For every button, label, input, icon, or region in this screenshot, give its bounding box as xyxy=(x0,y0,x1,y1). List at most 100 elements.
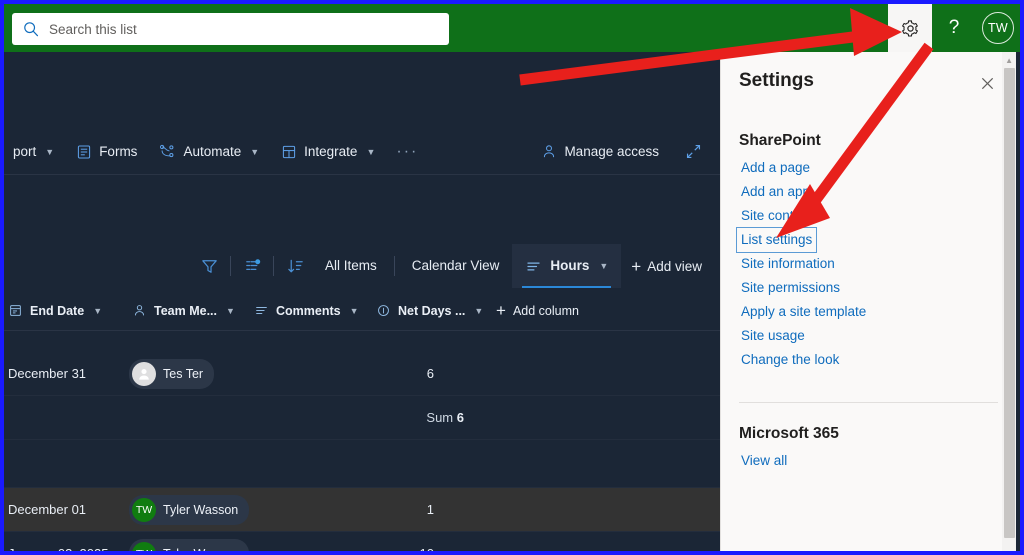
cell-team-member[interactable]: Tes Ter xyxy=(129,358,215,389)
command-automate[interactable]: Automate ▼ xyxy=(150,138,268,166)
panel-link-add-an-app[interactable]: Add an app xyxy=(739,180,812,204)
forms-icon xyxy=(78,144,91,159)
command-bar-divider xyxy=(4,174,720,175)
column-header-team-member[interactable]: Team Me... ▼ xyxy=(132,291,235,331)
person-icon xyxy=(134,305,145,316)
chevron-down-icon: ▼ xyxy=(599,261,609,271)
panel-section-m365-links: View all xyxy=(721,443,1016,473)
info-circle-icon xyxy=(378,305,389,316)
automate-icon xyxy=(160,144,174,157)
panel-scrollbar-thumb[interactable] xyxy=(1004,68,1015,538)
integrate-icon xyxy=(283,145,296,158)
cell-team-member[interactable]: TW Tyler Wasson xyxy=(129,538,250,555)
cell-end-date: January 03, 2025 xyxy=(8,546,109,555)
initials-avatar: TW xyxy=(132,541,156,551)
avatar: TW xyxy=(982,12,1014,44)
filter-icon xyxy=(201,259,217,273)
search-input[interactable] xyxy=(49,21,439,37)
people-button[interactable] xyxy=(844,4,888,52)
command-forms-label: Forms xyxy=(99,144,138,159)
panel-link-site-contents[interactable]: Site contents xyxy=(739,204,821,228)
command-integrate-label: Integrate xyxy=(304,144,358,159)
close-icon xyxy=(981,77,993,89)
summary-label: Sum xyxy=(426,410,454,425)
search-icon xyxy=(24,22,39,37)
view-toolbar: All Items Calendar View Hours ▼ + Add vi… xyxy=(4,242,720,290)
cell-end-date: December 01 xyxy=(8,502,87,517)
panel-link-apply-a-site-template[interactable]: Apply a site template xyxy=(739,300,868,324)
table-row[interactable]: January 03, 2025 TW Tyler Wasson 10 xyxy=(4,532,720,555)
grid-spacer-row xyxy=(4,440,720,488)
open-in-full-icon xyxy=(686,144,700,159)
command-forms[interactable]: Forms xyxy=(67,138,146,166)
panel-divider xyxy=(739,402,998,403)
add-column-button[interactable]: + Add column xyxy=(496,291,579,331)
table-column-headers: End Date ▼ Team Me... ▼ Comments ▼ Net D… xyxy=(4,291,720,331)
tab-calendar-view[interactable]: Calendar View xyxy=(399,244,513,288)
scroll-up-arrow-icon[interactable]: ▲ xyxy=(1005,56,1013,65)
summary-cell: Sum 6 xyxy=(334,410,464,425)
command-overflow-button[interactable]: ··· xyxy=(388,139,426,165)
expand-button[interactable] xyxy=(676,135,710,169)
persona[interactable]: TW Tyler Wasson xyxy=(129,538,250,555)
sort-icon xyxy=(287,259,303,272)
column-header-net-days[interactable]: Net Days ... ▼ xyxy=(376,291,483,331)
tab-all-items[interactable]: All Items xyxy=(312,244,390,288)
command-export[interactable]: port ▼ xyxy=(4,138,63,165)
panel-link-site-information[interactable]: Site information xyxy=(739,252,837,276)
command-automate-label: Automate xyxy=(183,144,242,159)
column-header-comments[interactable]: Comments ▼ xyxy=(254,291,359,331)
chevron-down-icon: ▼ xyxy=(250,146,260,157)
account-button[interactable]: TW xyxy=(976,4,1020,52)
tab-hours-label: Hours xyxy=(550,258,590,273)
calendar-icon xyxy=(10,305,21,316)
persona-name: Tyler Wasson xyxy=(163,502,239,517)
toolbar-divider xyxy=(393,256,395,276)
gear-icon xyxy=(901,19,918,37)
panel-link-view-all[interactable]: View all xyxy=(739,449,789,473)
cell-team-member[interactable]: TW Tyler Wasson xyxy=(129,494,250,525)
search-box[interactable] xyxy=(12,13,449,45)
column-header-end-date[interactable]: End Date ▼ xyxy=(8,291,102,331)
column-header-comments-label: Comments xyxy=(276,303,341,318)
command-bar: port ▼ Forms Automate ▼ Integrate ▼ ··· … xyxy=(4,129,720,174)
panel-section-m365-heading: Microsoft 365 xyxy=(739,425,839,442)
table-row[interactable]: December 31 Tes Ter 6 xyxy=(4,352,720,396)
cell-net-days: 6 xyxy=(426,366,434,381)
group-by-icon xyxy=(245,258,260,270)
panel-link-site-permissions[interactable]: Site permissions xyxy=(739,276,842,300)
settings-panel-header: Settings xyxy=(721,52,1016,96)
summary-row: Sum 6 xyxy=(4,396,720,440)
settings-panel: Settings SharePoint Add a page Add an ap… xyxy=(720,52,1016,551)
sort-button[interactable] xyxy=(278,249,312,283)
add-view-button[interactable]: + Add view xyxy=(621,251,712,282)
lines-icon xyxy=(256,307,267,314)
screenshot-root: ? TW port ▼ Forms xyxy=(0,0,1024,555)
settings-gear-button[interactable] xyxy=(888,4,932,52)
persona[interactable]: Tes Ter xyxy=(129,358,215,389)
tab-all-items-label: All Items xyxy=(325,258,377,273)
group-by-button[interactable] xyxy=(235,249,269,283)
table-row[interactable]: December 01 TW Tyler Wasson 1 xyxy=(4,488,720,532)
list-grid: December 31 Tes Ter 6 Sum 6 December 01 … xyxy=(4,332,720,555)
settings-panel-title: Settings xyxy=(739,70,814,91)
panel-link-add-a-page[interactable]: Add a page xyxy=(739,156,812,180)
initials-avatar: TW xyxy=(132,497,156,522)
persona[interactable]: TW Tyler Wasson xyxy=(129,494,250,525)
persona-name: Tyler Wasson xyxy=(163,546,239,555)
panel-scrollbar[interactable]: ▲ xyxy=(1002,52,1016,551)
persona-name: Tes Ter xyxy=(163,366,204,381)
filter-button[interactable] xyxy=(192,249,226,283)
summary-value: 6 xyxy=(456,410,464,425)
person-silhouette-icon xyxy=(139,368,149,380)
close-panel-button[interactable] xyxy=(974,70,1000,96)
panel-link-site-usage[interactable]: Site usage xyxy=(739,324,807,348)
panel-link-list-settings[interactable]: List settings xyxy=(735,227,818,253)
manage-access-button[interactable]: Manage access xyxy=(532,137,668,166)
panel-link-change-the-look[interactable]: Change the look xyxy=(739,348,841,372)
add-column-label: Add column xyxy=(512,303,579,318)
help-button[interactable]: ? xyxy=(932,4,976,52)
command-export-label: port xyxy=(13,144,37,159)
tab-hours[interactable]: Hours ▼ xyxy=(512,244,622,288)
command-integrate[interactable]: Integrate ▼ xyxy=(272,138,384,166)
